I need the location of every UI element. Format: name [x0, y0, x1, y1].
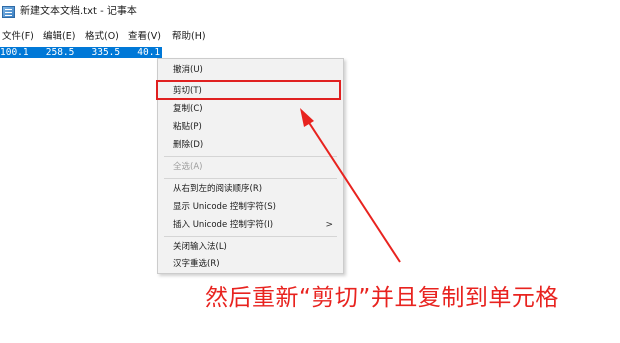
- menu-item-label: 插入 Unicode 控制字符(I): [173, 220, 274, 230]
- menu-item-label: 全选(A): [173, 162, 203, 172]
- chevron-right-icon: >: [325, 220, 333, 230]
- menu-item-show-unicode[interactable]: 显示 Unicode 控制字符(S): [158, 198, 343, 216]
- menu-item-label: 粘贴(P): [173, 122, 202, 132]
- menu-view[interactable]: 查看(V): [128, 28, 161, 46]
- title-bar: 新建文本文档.txt - 记事本: [0, 0, 620, 24]
- menu-item-paste[interactable]: 粘贴(P): [158, 118, 343, 136]
- menu-item-label: 从右到左的阅读顺序(R): [173, 184, 263, 194]
- menu-item-label: 撤消(U): [173, 65, 203, 75]
- menu-item-delete[interactable]: 删除(D): [158, 136, 343, 154]
- menu-item-label: 显示 Unicode 控制字符(S): [173, 202, 276, 212]
- menu-item-label: 复制(C): [173, 104, 203, 114]
- menu-separator: [164, 156, 337, 157]
- menu-edit[interactable]: 编辑(E): [43, 28, 75, 46]
- menu-item-undo[interactable]: 撤消(U): [158, 61, 343, 79]
- menu-item-close-ime[interactable]: 关闭输入法(L): [158, 238, 343, 256]
- menu-item-label: 汉字重选(R): [173, 259, 220, 269]
- menu-item-rtl-reading[interactable]: 从右到左的阅读顺序(R): [158, 180, 343, 198]
- menu-bar: 文件(F) 编辑(E) 格式(O) 查看(V) 帮助(H): [0, 28, 620, 46]
- window-title: 新建文本文档.txt - 记事本: [20, 6, 137, 17]
- menu-file[interactable]: 文件(F): [2, 28, 34, 46]
- menu-item-insert-unicode[interactable]: 插入 Unicode 控制字符(I) >: [158, 216, 343, 234]
- cut-highlight-box: [156, 80, 341, 100]
- menu-separator: [164, 178, 337, 179]
- menu-item-label: 删除(D): [173, 140, 204, 150]
- context-menu: 撤消(U) 剪切(T) 复制(C) 粘贴(P) 删除(D) 全选(A) 从右到左…: [156, 58, 344, 274]
- menu-item-copy[interactable]: 复制(C): [158, 100, 343, 118]
- menu-format[interactable]: 格式(O): [85, 28, 119, 46]
- notepad-icon: [2, 6, 15, 18]
- menu-separator: [164, 236, 337, 237]
- menu-help[interactable]: 帮助(H): [172, 28, 206, 46]
- menu-item-reconversion[interactable]: 汉字重选(R): [158, 255, 343, 273]
- annotation-text: 然后重新“剪切”并且复制到单元格: [205, 285, 559, 311]
- editor-selected-text[interactable]: 100.1 258.5 335.5 40.1: [0, 47, 163, 58]
- menu-item-select-all[interactable]: 全选(A): [158, 158, 343, 176]
- menu-item-label: 关闭输入法(L): [173, 242, 227, 252]
